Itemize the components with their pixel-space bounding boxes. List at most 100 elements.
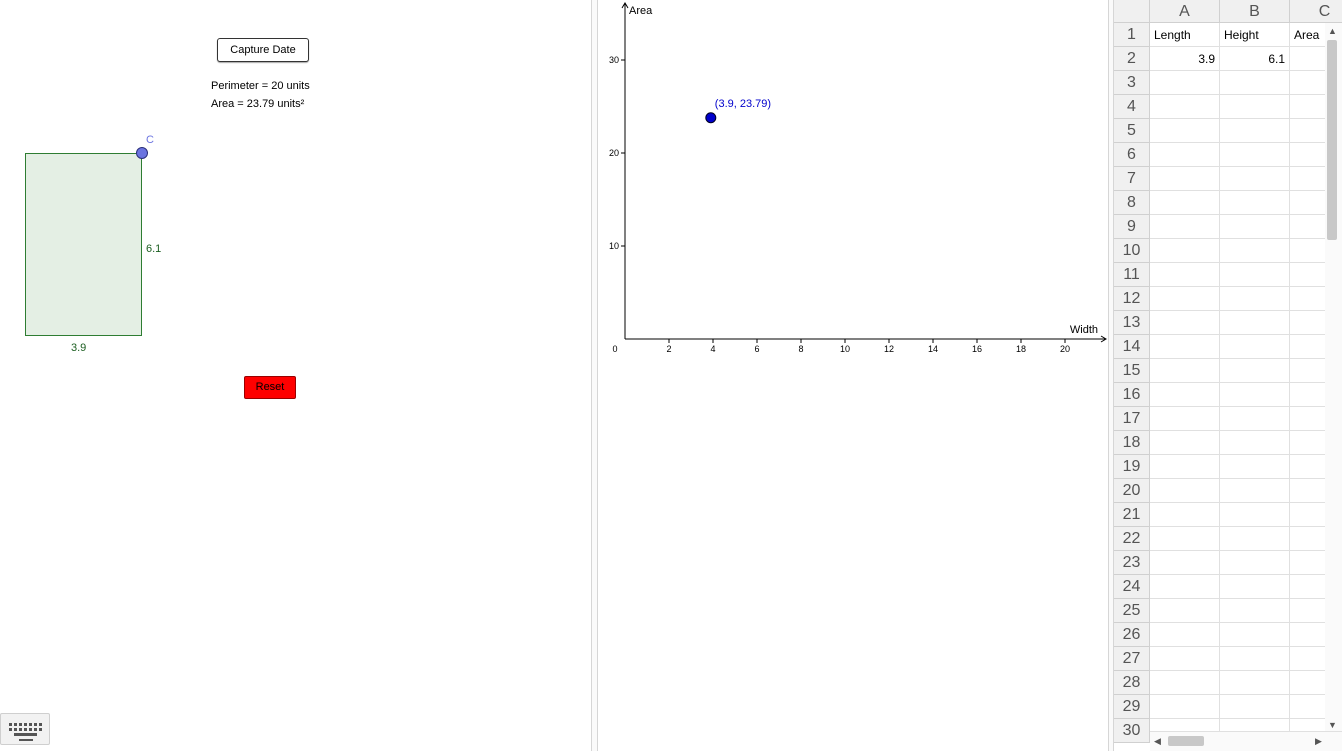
scroll-up-icon[interactable]: ▲ [1328, 26, 1337, 36]
cell-a21[interactable] [1150, 503, 1220, 527]
cell-b15[interactable] [1220, 359, 1290, 383]
cell-a7[interactable] [1150, 167, 1220, 191]
cell-a25[interactable] [1150, 599, 1220, 623]
row-header-7[interactable]: 7 [1114, 167, 1150, 191]
cell-b11[interactable] [1220, 263, 1290, 287]
cell-a10[interactable] [1150, 239, 1220, 263]
cell-b18[interactable] [1220, 431, 1290, 455]
row-header-1[interactable]: 1 [1114, 23, 1150, 47]
cell-a26[interactable] [1150, 623, 1220, 647]
cell-a17[interactable] [1150, 407, 1220, 431]
row-header-14[interactable]: 14 [1114, 335, 1150, 359]
row-header-18[interactable]: 18 [1114, 431, 1150, 455]
row-header-11[interactable]: 11 [1114, 263, 1150, 287]
cell-b21[interactable] [1220, 503, 1290, 527]
row-header-30[interactable]: 30 [1114, 719, 1150, 743]
row-header-2[interactable]: 2 [1114, 47, 1150, 71]
cell-b10[interactable] [1220, 239, 1290, 263]
cell-b16[interactable] [1220, 383, 1290, 407]
row-header-12[interactable]: 12 [1114, 287, 1150, 311]
horizontal-scroll-thumb[interactable] [1168, 736, 1204, 746]
cell-a16[interactable] [1150, 383, 1220, 407]
row-header-9[interactable]: 9 [1114, 215, 1150, 239]
pane-divider[interactable] [591, 0, 598, 751]
sheet-corner[interactable] [1114, 0, 1150, 23]
cell-a27[interactable] [1150, 647, 1220, 671]
cell-a19[interactable] [1150, 455, 1220, 479]
row-header-19[interactable]: 19 [1114, 455, 1150, 479]
row-header-27[interactable]: 27 [1114, 647, 1150, 671]
cell-b20[interactable] [1220, 479, 1290, 503]
row-header-16[interactable]: 16 [1114, 383, 1150, 407]
cell-a8[interactable] [1150, 191, 1220, 215]
row-header-21[interactable]: 21 [1114, 503, 1150, 527]
cell-a5[interactable] [1150, 119, 1220, 143]
cell-a1[interactable]: Length [1150, 23, 1220, 47]
cell-b3[interactable] [1220, 71, 1290, 95]
cell-b6[interactable] [1220, 143, 1290, 167]
scroll-left-icon[interactable]: ◀ [1154, 736, 1161, 747]
cell-b13[interactable] [1220, 311, 1290, 335]
row-header-17[interactable]: 17 [1114, 407, 1150, 431]
cell-a20[interactable] [1150, 479, 1220, 503]
cell-a13[interactable] [1150, 311, 1220, 335]
row-header-26[interactable]: 26 [1114, 623, 1150, 647]
cell-b14[interactable] [1220, 335, 1290, 359]
row-header-8[interactable]: 8 [1114, 191, 1150, 215]
cell-b26[interactable] [1220, 623, 1290, 647]
cell-b22[interactable] [1220, 527, 1290, 551]
cell-a22[interactable] [1150, 527, 1220, 551]
row-header-28[interactable]: 28 [1114, 671, 1150, 695]
cell-b27[interactable] [1220, 647, 1290, 671]
cell-a15[interactable] [1150, 359, 1220, 383]
point-c-handle[interactable] [136, 147, 148, 159]
cell-a2[interactable]: 3.9 [1150, 47, 1220, 71]
cell-b12[interactable] [1220, 287, 1290, 311]
vertical-scroll-thumb[interactable] [1327, 40, 1337, 240]
row-header-5[interactable]: 5 [1114, 119, 1150, 143]
column-header-a[interactable]: A [1150, 0, 1220, 23]
cell-a24[interactable] [1150, 575, 1220, 599]
row-header-6[interactable]: 6 [1114, 143, 1150, 167]
reset-button[interactable]: Reset [244, 376, 296, 399]
row-header-25[interactable]: 25 [1114, 599, 1150, 623]
row-header-29[interactable]: 29 [1114, 695, 1150, 719]
cell-b4[interactable] [1220, 95, 1290, 119]
scroll-right-icon[interactable]: ▶ [1315, 736, 1322, 747]
cell-b29[interactable] [1220, 695, 1290, 719]
row-header-10[interactable]: 10 [1114, 239, 1150, 263]
cell-b9[interactable] [1220, 215, 1290, 239]
cell-a4[interactable] [1150, 95, 1220, 119]
cell-a18[interactable] [1150, 431, 1220, 455]
cell-a9[interactable] [1150, 215, 1220, 239]
cell-b7[interactable] [1220, 167, 1290, 191]
cell-b1[interactable]: Height [1220, 23, 1290, 47]
cell-a11[interactable] [1150, 263, 1220, 287]
cell-a3[interactable] [1150, 71, 1220, 95]
row-header-24[interactable]: 24 [1114, 575, 1150, 599]
row-header-20[interactable]: 20 [1114, 479, 1150, 503]
scroll-down-icon[interactable]: ▼ [1328, 720, 1337, 730]
cell-a6[interactable] [1150, 143, 1220, 167]
cell-b19[interactable] [1220, 455, 1290, 479]
cell-b2[interactable]: 6.1 [1220, 47, 1290, 71]
cell-b17[interactable] [1220, 407, 1290, 431]
cell-a28[interactable] [1150, 671, 1220, 695]
row-header-13[interactable]: 13 [1114, 311, 1150, 335]
row-header-4[interactable]: 4 [1114, 95, 1150, 119]
capture-date-button[interactable]: Capture Date [217, 38, 309, 62]
cell-b23[interactable] [1220, 551, 1290, 575]
cell-a23[interactable] [1150, 551, 1220, 575]
cell-b8[interactable] [1220, 191, 1290, 215]
cell-b28[interactable] [1220, 671, 1290, 695]
row-header-15[interactable]: 15 [1114, 359, 1150, 383]
cell-b25[interactable] [1220, 599, 1290, 623]
cell-b24[interactable] [1220, 575, 1290, 599]
column-header-c[interactable]: C [1290, 0, 1342, 23]
cell-a14[interactable] [1150, 335, 1220, 359]
cell-b5[interactable] [1220, 119, 1290, 143]
column-header-b[interactable]: B [1220, 0, 1290, 23]
row-header-3[interactable]: 3 [1114, 71, 1150, 95]
cell-a12[interactable] [1150, 287, 1220, 311]
keyboard-toggle-button[interactable] [0, 713, 50, 745]
